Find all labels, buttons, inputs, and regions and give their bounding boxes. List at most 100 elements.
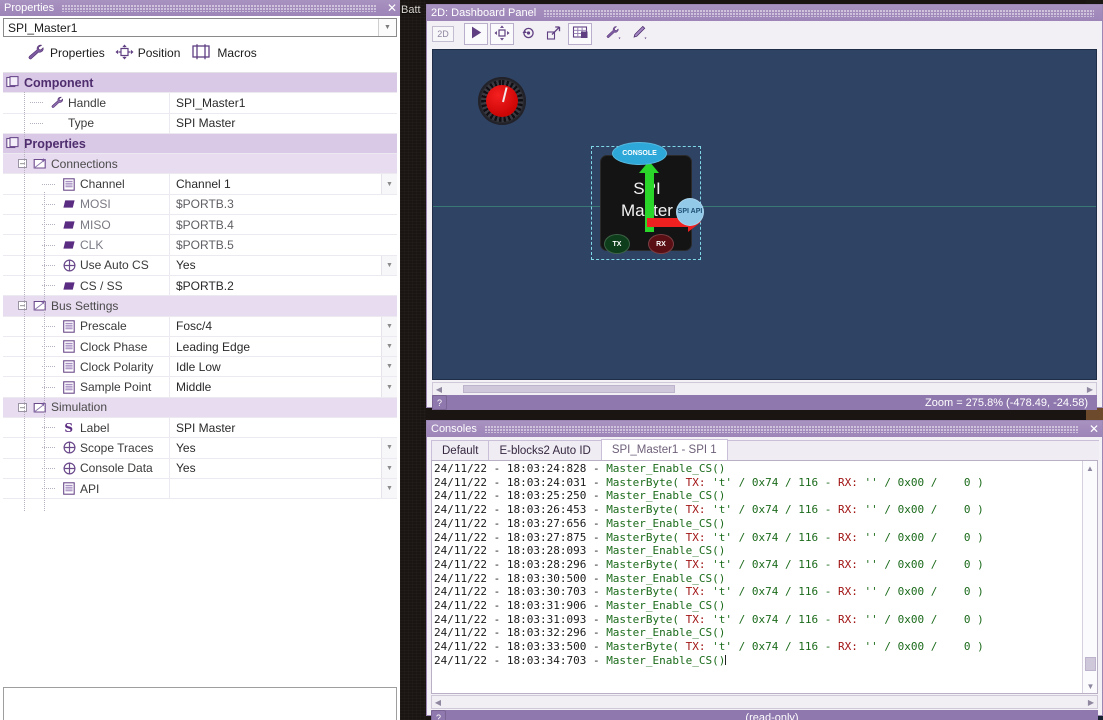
hscroll-track[interactable] (445, 384, 1084, 394)
property-row[interactable]: Scope Traces Yes ▼ (3, 438, 397, 459)
property-row[interactable]: S Label SPI Master (3, 418, 397, 439)
log-timestamp: 24/11/22 - 18:03:25:250 - (434, 489, 607, 503)
help-icon[interactable]: ? (431, 710, 446, 720)
property-row[interactable]: Clock Polarity Idle Low ▼ (3, 357, 397, 378)
paint-tool-button[interactable] (628, 23, 652, 45)
log-tx-tag: TX: (685, 503, 706, 517)
console-node[interactable]: CONSOLE (612, 142, 667, 165)
console-tab[interactable]: Default (431, 440, 490, 460)
property-value-cell[interactable]: Yes (169, 458, 381, 478)
consoles-statusbar: ? (read-only) (431, 710, 1098, 720)
select-tool-button[interactable] (464, 23, 488, 45)
property-row[interactable]: Handle SPI_Master1 (3, 93, 397, 114)
scroll-up-icon[interactable]: ▲ (1083, 461, 1097, 475)
scroll-right-icon[interactable]: ▶ (1085, 698, 1097, 707)
property-row[interactable]: Use Auto CS Yes ▼ (3, 255, 397, 276)
rx-node[interactable]: RX (648, 234, 674, 254)
property-value-cell[interactable]: Fosc/4 (169, 316, 381, 336)
scroll-down-icon[interactable]: ▼ (1083, 679, 1097, 693)
property-value-cell[interactable]: SPI Master (169, 418, 397, 438)
chevron-down-icon[interactable]: ▼ (381, 255, 397, 275)
property-value-cell[interactable]: Yes (169, 438, 381, 458)
chevron-down-icon[interactable]: ▼ (378, 19, 396, 36)
tx-node[interactable]: TX (604, 234, 630, 254)
tab-position[interactable]: Position (114, 43, 190, 64)
property-value-cell[interactable]: SPI_Master1 (169, 93, 397, 113)
hscroll-thumb[interactable] (463, 385, 675, 393)
console-log[interactable]: 24/11/22 - 18:03:24:828 - Master_Enable_… (431, 460, 1098, 694)
property-label: Type (68, 116, 95, 131)
property-value-cell[interactable] (169, 478, 381, 499)
console-vertical-scrollbar[interactable]: ▲ ▼ (1082, 461, 1097, 693)
bool-icon (62, 461, 76, 475)
rotate-tool-button[interactable] (516, 23, 540, 45)
property-value-cell[interactable]: Middle (169, 377, 381, 397)
property-row[interactable]: CLK $PORTB.5 (3, 235, 397, 256)
chevron-down-icon[interactable]: ▼ (381, 478, 397, 499)
canvas-horizontal-scrollbar[interactable]: ◀ ▶ (432, 382, 1097, 396)
property-value-cell[interactable]: SPI Master (169, 113, 397, 133)
spi-master-component[interactable]: SPI Master CONSOLE SPI API TX RX (591, 142, 704, 260)
property-value-cell[interactable]: $PORTB.3 (169, 194, 397, 215)
console-node-label: CONSOLE (622, 150, 657, 157)
chevron-down-icon[interactable]: ▼ (381, 377, 397, 397)
chevron-down-icon[interactable]: ▼ (381, 458, 397, 478)
property-row[interactable]: Type SPI Master (3, 113, 397, 134)
property-row[interactable]: Channel Channel 1 ▼ (3, 174, 397, 195)
tab-properties[interactable]: Properties (26, 43, 114, 64)
property-row[interactable]: MISO $PORTB.4 (3, 215, 397, 236)
dial-gauge[interactable] (478, 77, 526, 125)
property-row[interactable]: Clock Phase Leading Edge ▼ (3, 336, 397, 358)
scroll-right-icon[interactable]: ▶ (1084, 385, 1096, 394)
settings-tool-button[interactable] (602, 23, 626, 45)
collapse-expander-icon[interactable]: – (18, 301, 27, 311)
console-log-line: 24/11/22 - 18:03:26:453 - MasterByte( TX… (434, 503, 1080, 517)
property-value-cell[interactable]: $PORTB.4 (169, 215, 397, 235)
move-tool-button[interactable] (490, 23, 514, 45)
property-value-cell[interactable]: Channel 1 (169, 174, 381, 194)
component-selector[interactable]: SPI_Master1 ▼ (3, 18, 397, 37)
property-row[interactable]: CS / SS $PORTB.2 (3, 275, 397, 297)
property-value-cell[interactable]: $PORTB.5 (169, 235, 397, 255)
console-horizontal-scrollbar[interactable]: ◀ ▶ (431, 695, 1098, 709)
scroll-left-icon[interactable]: ◀ (432, 698, 444, 707)
scale-tool-button[interactable] (542, 23, 566, 45)
chevron-down-icon[interactable]: ▼ (381, 336, 397, 357)
mode-2d-button[interactable]: 2D (432, 26, 454, 42)
property-value-cell[interactable]: $PORTB.2 (169, 275, 397, 296)
vscroll-thumb[interactable] (1085, 657, 1096, 671)
property-row[interactable]: API ▼ (3, 478, 397, 500)
property-row[interactable]: Sample Point Middle ▼ (3, 377, 397, 398)
tab-macros[interactable]: Macros (189, 43, 265, 64)
scale-icon (546, 25, 562, 44)
properties-tabbar: Properties Position Macros (0, 41, 400, 65)
spi-api-node[interactable]: SPI API (676, 198, 704, 226)
collapse-expander-icon[interactable]: – (18, 159, 27, 169)
console-tab[interactable]: SPI_Master1 - SPI 1 (600, 439, 728, 460)
wrench-icon (26, 43, 46, 64)
chevron-down-icon[interactable]: ▼ (381, 438, 397, 458)
scroll-left-icon[interactable]: ◀ (433, 385, 445, 394)
help-icon[interactable]: ? (432, 395, 447, 410)
chevron-down-icon[interactable]: ▼ (381, 316, 397, 336)
chevron-down-icon[interactable]: ▼ (381, 174, 397, 194)
console-tab[interactable]: E-blocks2 Auto ID (488, 440, 602, 460)
log-function: MasterByte( (606, 475, 686, 489)
collapse-expander-icon[interactable]: – (18, 402, 27, 412)
property-value-cell[interactable]: Yes (169, 255, 381, 275)
property-row[interactable]: Console Data Yes ▼ (3, 458, 397, 479)
console-hscroll-track[interactable] (444, 697, 1085, 707)
property-value-cell[interactable]: Leading Edge (169, 336, 381, 357)
property-row[interactable]: MOSI $PORTB.3 (3, 194, 397, 216)
log-rx-tag: RX: (838, 557, 858, 571)
close-icon[interactable]: ✕ (1086, 423, 1102, 435)
property-name-cell: – Bus Settings (3, 296, 169, 315)
property-value-cell (169, 154, 397, 173)
property-row[interactable]: Prescale Fosc/4 ▼ (3, 316, 397, 337)
chevron-down-icon[interactable]: ▼ (381, 357, 397, 377)
close-icon[interactable]: ✕ (384, 2, 400, 14)
console-log-line: 24/11/22 - 18:03:24:031 - MasterByte( TX… (434, 476, 1080, 490)
property-value-cell[interactable]: Idle Low (169, 357, 381, 377)
panel-tool-button[interactable] (568, 23, 592, 45)
dashboard-canvas[interactable]: SPI Master CONSOLE SPI API TX RX (432, 49, 1097, 380)
